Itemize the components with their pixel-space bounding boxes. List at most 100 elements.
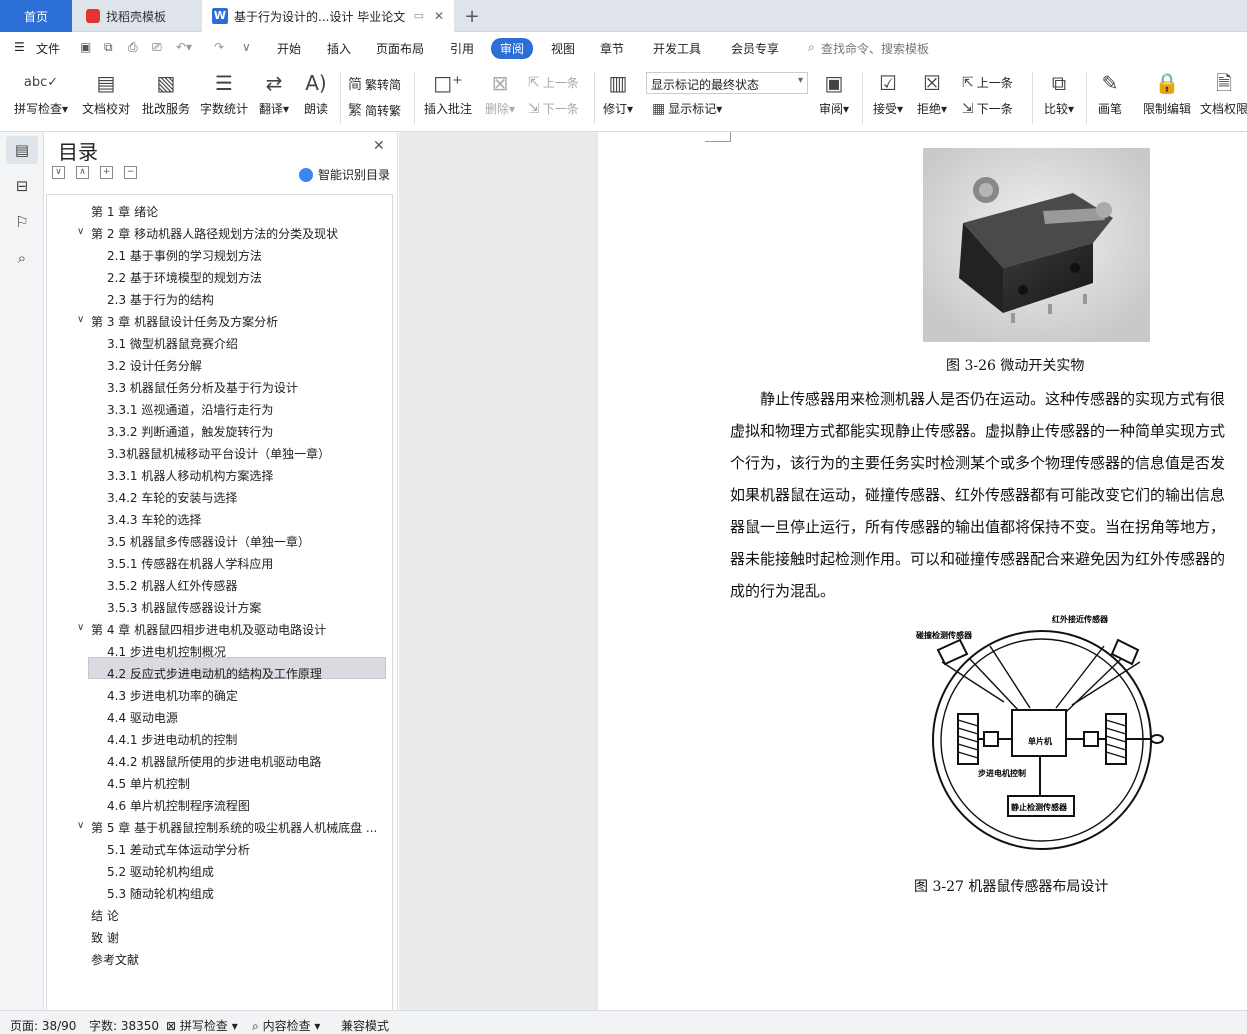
tab-document[interactable]: W 基于行为设计的...设计 毕业论文 ▭ ✕ xyxy=(202,0,454,32)
add-item-icon[interactable]: + xyxy=(100,166,113,179)
export-icon[interactable]: ⧉ xyxy=(104,40,113,55)
toc-item[interactable]: 3.5.2 机器人红外传感器 xyxy=(107,577,237,594)
next-comment-button[interactable]: ⇲ 下一条 xyxy=(528,100,579,117)
spell-check-status[interactable]: ⊠ 拼写检查 ▾ xyxy=(166,1017,238,1034)
trad-to-simp-button[interactable]: 简繁转简 xyxy=(348,74,401,94)
toc-item[interactable]: 5.2 驱动轮机构组成 xyxy=(107,863,214,880)
show-markup-button[interactable]: ▦ 显示标记 ▾ xyxy=(652,100,722,117)
spell-check-button[interactable]: abc✓ 拼写检查▾ xyxy=(10,70,72,117)
restrict-edit-button[interactable]: 🔒 限制编辑 xyxy=(1140,70,1194,117)
content-check-status[interactable]: ⌕ 内容检查 ▾ xyxy=(252,1017,320,1034)
toc-item[interactable]: 3.4.3 车轮的选择 xyxy=(107,511,201,528)
hamburger-icon[interactable]: ☰ xyxy=(14,40,25,54)
toc-item[interactable]: 3.5.1 传感器在机器人学科应用 xyxy=(107,555,273,572)
toc-panel-icon[interactable]: ▤ xyxy=(6,136,38,164)
preview-icon[interactable]: ⎚ xyxy=(152,40,162,55)
toc-item[interactable]: 4.3 步进电机功率的确定 xyxy=(107,687,238,704)
print-icon[interactable]: ⎙ xyxy=(128,40,138,55)
toc-item[interactable]: 第 3 章 机器鼠设计任务及方案分析 xyxy=(91,313,278,330)
toc-item[interactable]: 3.3.1 巡视通道，沿墙行走行为 xyxy=(107,401,273,418)
menu-start[interactable]: 开始 xyxy=(277,40,301,57)
toc-item[interactable]: 第 2 章 移动机器人路径规划方法的分类及现状 xyxy=(91,225,338,242)
insert-comment-button[interactable]: □⁺ 插入批注 xyxy=(420,70,476,117)
chapter-nav-icon[interactable]: ⊟ xyxy=(12,176,32,196)
menu-view[interactable]: 视图 xyxy=(551,40,575,57)
toc-expand-chevron-icon[interactable]: ∨ xyxy=(77,820,84,831)
toc-item-selected[interactable]: 3.5.3 机器鼠传感器设计方案 xyxy=(107,599,261,616)
pen-button[interactable]: ✎ 画笔 xyxy=(1092,70,1128,117)
new-tab-button[interactable]: + xyxy=(462,0,482,32)
toc-item[interactable]: 2.3 基于行为的结构 xyxy=(107,291,214,308)
redo-icon[interactable]: ↷ xyxy=(214,40,224,54)
toc-item[interactable]: 3.1 微型机器鼠竞赛介绍 xyxy=(107,335,238,352)
command-search[interactable]: 查找命令、搜索模板 xyxy=(821,40,929,57)
toc-item[interactable]: 4.4.1 步进电动机的控制 xyxy=(107,731,237,748)
accept-button[interactable]: ☑ 接受▾ xyxy=(870,70,906,117)
simp-to-trad-button[interactable]: 繁简转繁 xyxy=(348,100,401,120)
menu-page-layout[interactable]: 页面布局 xyxy=(376,40,424,57)
annotate-service-button[interactable]: ▧ 批改服务 xyxy=(140,70,192,117)
toc-item[interactable]: 3.5 机器鼠多传感器设计（单独一章） xyxy=(107,533,310,550)
more-chevron-icon[interactable]: ∨ xyxy=(242,40,251,54)
toc-item[interactable]: 第 4 章 机器鼠四相步进电机及驱动电路设计 xyxy=(91,621,326,638)
toc-item[interactable]: 致 谢 xyxy=(91,929,119,946)
toc-item[interactable]: 第 1 章 绪论 xyxy=(91,203,158,220)
revise-button[interactable]: ▥ 修订▾ xyxy=(600,70,636,117)
toc-item[interactable]: 3.3机器鼠机械移动平台设计（单独一章） xyxy=(107,445,330,462)
word-count-indicator[interactable]: 字数: 38350 xyxy=(89,1017,159,1034)
bookmark-icon[interactable]: ⚐ xyxy=(12,212,32,232)
markup-state-select[interactable]: 显示标记的最终状态 xyxy=(646,72,808,94)
toc-item[interactable]: 3.3.1 机器人移动机构方案选择 xyxy=(107,467,273,484)
menu-reference[interactable]: 引用 xyxy=(450,40,474,57)
toc-item[interactable]: 3.3.2 判断通道，触发旋转行为 xyxy=(107,423,273,440)
word-count-button[interactable]: ☰ 字数统计 xyxy=(198,70,250,117)
toc-item[interactable]: 4.2 反应式步进电动机的结构及工作原理 xyxy=(107,665,322,682)
save-icon[interactable]: ▣ xyxy=(80,40,91,54)
review-pane-button[interactable]: ▣ 审阅▾ xyxy=(814,70,854,117)
toc-expand-chevron-icon[interactable]: ∨ xyxy=(77,622,84,633)
remove-item-icon[interactable]: − xyxy=(124,166,137,179)
reject-button[interactable]: ☒ 拒绝▾ xyxy=(914,70,950,117)
toc-item[interactable]: 3.2 设计任务分解 xyxy=(107,357,202,374)
menu-member[interactable]: 会员专享 xyxy=(731,40,779,57)
monitor-icon[interactable]: ▭ xyxy=(414,9,424,22)
smart-toc-button[interactable]: 智能识别目录 xyxy=(299,166,390,183)
prev-change-button[interactable]: ⇱ 上一条 xyxy=(962,74,1013,91)
tab-daoke[interactable]: 找稻壳模板 xyxy=(76,0,198,32)
toc-item[interactable]: 2.1 基于事例的学习规划方法 xyxy=(107,247,262,264)
menu-dev-tools[interactable]: 开发工具 xyxy=(653,40,701,57)
doc-permission-button[interactable]: 🗎 文档权限 xyxy=(1200,70,1247,117)
toc-item[interactable]: 2.2 基于环境模型的规划方法 xyxy=(107,269,262,286)
close-tab-icon[interactable]: ✕ xyxy=(434,9,444,23)
menu-chapter[interactable]: 章节 xyxy=(600,40,624,57)
toc-item[interactable]: 3.4.2 车轮的安装与选择 xyxy=(107,489,237,506)
translate-button[interactable]: ⇄ 翻译▾ xyxy=(256,70,292,117)
toc-expand-chevron-icon[interactable]: ∨ xyxy=(77,314,84,325)
toc-item[interactable]: 4.4 驱动电源 xyxy=(107,709,178,726)
doc-proof-button[interactable]: ▤ 文档校对 xyxy=(80,70,132,117)
close-icon[interactable]: ✕ xyxy=(373,138,385,154)
compare-button[interactable]: ⧉ 比较▾ xyxy=(1040,70,1078,117)
menu-review[interactable]: 审阅 xyxy=(491,38,534,59)
toc-item[interactable]: 3.3 机器鼠任务分析及基于行为设计 xyxy=(107,379,298,396)
menu-insert[interactable]: 插入 xyxy=(327,40,351,57)
undo-icon[interactable]: ↶▾ xyxy=(176,40,192,54)
toc-item[interactable]: 4.1 步进电机控制概况 xyxy=(107,643,226,660)
next-change-button[interactable]: ⇲ 下一条 xyxy=(962,100,1013,117)
toc-item[interactable]: 4.5 单片机控制 xyxy=(107,775,190,792)
toc-item[interactable]: 4.4.2 机器鼠所使用的步进电机驱动电路 xyxy=(107,753,321,770)
toc-item[interactable]: 4.6 单片机控制程序流程图 xyxy=(107,797,250,814)
page-indicator[interactable]: 页面: 38/90 xyxy=(10,1017,76,1034)
search-panel-icon[interactable]: ⌕ xyxy=(12,248,32,268)
toc-item[interactable]: 5.3 随动轮机构组成 xyxy=(107,885,214,902)
toc-item[interactable]: 结 论 xyxy=(91,907,119,924)
toc-item[interactable]: 参考文献 xyxy=(91,951,139,968)
collapse-all-icon[interactable]: ∨ xyxy=(52,166,65,179)
tab-home[interactable]: 首页 xyxy=(0,0,72,32)
toc-expand-chevron-icon[interactable]: ∨ xyxy=(77,226,84,237)
read-aloud-button[interactable]: A) 朗读 xyxy=(300,70,332,117)
toc-item[interactable]: 第 5 章 基于机器鼠控制系统的吸尘机器人机械底盘 ... xyxy=(91,819,377,836)
expand-up-icon[interactable]: ∧ xyxy=(76,166,89,179)
prev-comment-button[interactable]: ⇱ 上一条 xyxy=(528,74,579,91)
toc-item[interactable]: 5.1 差动式车体运动学分析 xyxy=(107,841,250,858)
